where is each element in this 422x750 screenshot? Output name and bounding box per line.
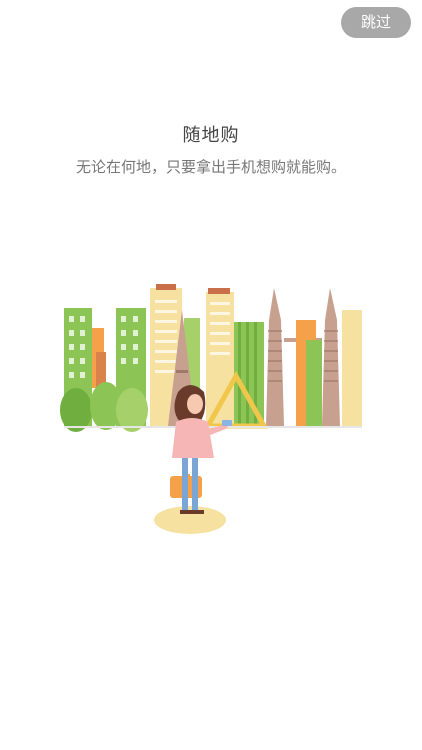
skyline xyxy=(60,284,362,432)
onboarding-screen: 跳过 随地购 无论在何地，只要拿出手机想购就能购。 xyxy=(0,0,422,750)
page-subtitle: 无论在何地，只要拿出手机想购就能购。 xyxy=(75,158,346,176)
skip-button[interactable]: 跳过 xyxy=(341,7,411,38)
city-shopping-illustration xyxy=(60,284,362,534)
page-title: 随地购 xyxy=(182,125,240,146)
